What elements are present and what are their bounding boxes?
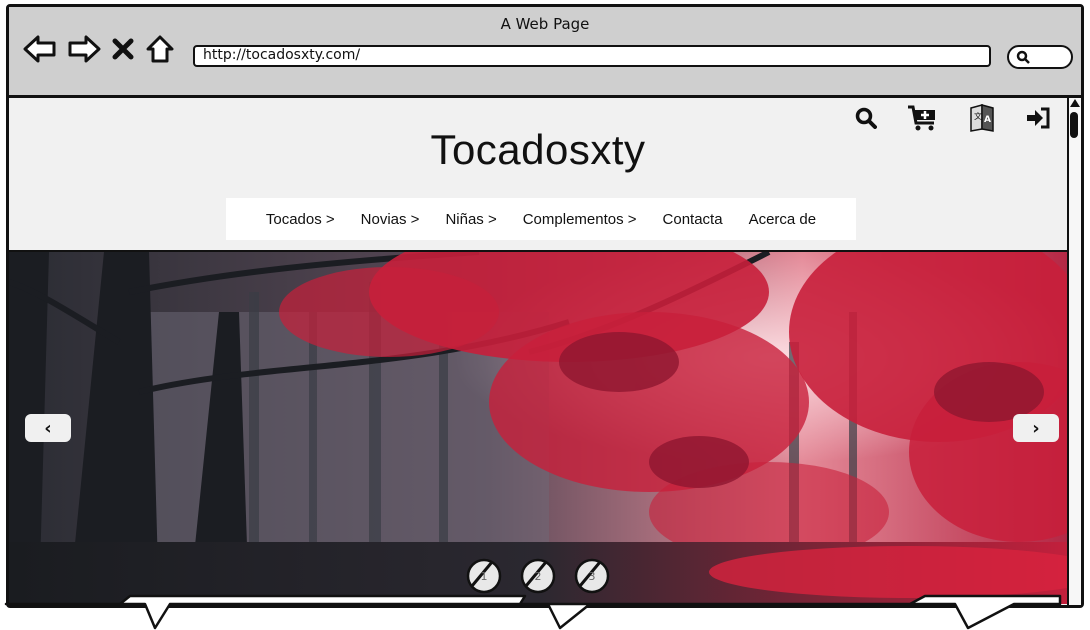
carousel-image	[9, 252, 1067, 604]
main-menu: Tocados > Novias > Niñas > Complementos …	[226, 198, 856, 240]
menu-item-ninas[interactable]: Niñas >	[445, 211, 496, 228]
search-icon	[1016, 50, 1030, 64]
carousel-page-1[interactable]: 1	[466, 558, 502, 594]
stop-icon[interactable]	[111, 37, 135, 61]
menu-item-contacta[interactable]: Contacta	[663, 211, 723, 228]
carousel-prev-button[interactable]: ‹	[25, 414, 71, 442]
svg-text:文: 文	[974, 111, 982, 121]
vertical-scrollbar[interactable]	[1067, 98, 1081, 605]
carousel-page-label: 3	[588, 569, 596, 583]
home-icon[interactable]	[145, 34, 175, 64]
carousel-page-3[interactable]: 3	[574, 558, 610, 594]
carousel-page-2[interactable]: 2	[520, 558, 556, 594]
window-title: A Web Page	[500, 15, 590, 33]
page-viewport: 文 A Tocadosxty Tocados > Novias > Niñas …	[9, 98, 1067, 605]
browser-search-field[interactable]	[1007, 45, 1073, 69]
image-carousel: ‹ › 1 2 3	[9, 250, 1067, 604]
menu-item-tocados[interactable]: Tocados >	[266, 211, 335, 228]
browser-chrome: A Web Page http://tocadosxty.com/	[9, 7, 1081, 98]
carousel-page-label: 2	[534, 569, 542, 583]
carousel-page-label: 1	[480, 569, 488, 583]
carousel-next-button[interactable]: ›	[1013, 414, 1059, 442]
svg-text:A: A	[984, 115, 991, 125]
scroll-up-arrow-icon[interactable]	[1070, 99, 1080, 107]
annotation-callouts	[4, 594, 1062, 630]
carousel-pagination: 1 2 3	[9, 558, 1067, 594]
scroll-thumb[interactable]	[1070, 112, 1078, 138]
menu-item-acerca-de[interactable]: Acerca de	[749, 211, 817, 228]
menu-item-novias[interactable]: Novias >	[361, 211, 420, 228]
address-bar[interactable]: http://tocadosxty.com/	[193, 45, 991, 67]
browser-window: A Web Page http://tocadosxty.com/ 文 A To…	[6, 4, 1084, 608]
forward-arrow-icon[interactable]	[67, 34, 101, 64]
site-title: Tocadosxty	[430, 126, 646, 173]
back-arrow-icon[interactable]	[23, 34, 57, 64]
menu-item-complementos[interactable]: Complementos >	[523, 211, 637, 228]
browser-nav-icons	[23, 34, 175, 64]
